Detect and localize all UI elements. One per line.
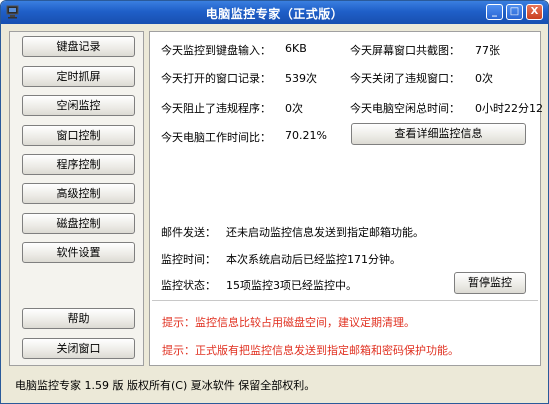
sidebar: 键盘记录 定时抓屏 空闲监控 窗口控制 程序控制 高级控制 磁盘控制 软件设置 … — [9, 31, 144, 366]
windows-opened-value: 539次 — [285, 72, 317, 85]
timed-screenshot-button[interactable]: 定时抓屏 — [22, 66, 135, 87]
close-window-sidebar-button[interactable]: 关闭窗口 — [22, 338, 135, 359]
idle-time-label: 今天电脑空闲总时间： — [350, 102, 460, 115]
main-panel: 今天监控到键盘输入： 6KB 今天屏幕窗口共截图： 77张 今天打开的窗口记录：… — [149, 31, 543, 366]
windows-opened-label: 今天打开的窗口记录： — [161, 72, 271, 85]
window-control-button[interactable]: 窗口控制 — [22, 125, 135, 146]
panel-divider — [152, 300, 538, 302]
work-ratio-label: 今天电脑工作时间比： — [161, 131, 271, 144]
status-bar: 电脑监控专家 1.59 版 版权所有(C) 夏冰软件 保留全部权利。 — [15, 379, 316, 392]
window-title: 电脑监控专家（正式版） — [205, 7, 344, 21]
work-ratio-value: 70.21% — [285, 129, 327, 142]
software-settings-button[interactable]: 软件设置 — [22, 242, 135, 263]
help-button[interactable]: 帮助 — [22, 308, 135, 329]
minimize-button[interactable]: _ — [486, 4, 503, 20]
idle-time-value: 0小时22分12 — [475, 102, 543, 115]
keyboard-input-label: 今天监控到键盘输入： — [161, 44, 271, 57]
screenshots-label: 今天屏幕窗口共截图： — [350, 44, 460, 57]
restore-button[interactable]: □ — [506, 4, 523, 20]
email-value: 还未启动监控信息发送到指定邮箱功能。 — [226, 226, 424, 239]
hint-pro-version: 提示：正式版有把监控信息发送到指定邮箱和密码保护功能。 — [162, 344, 459, 357]
program-control-button[interactable]: 程序控制 — [22, 154, 135, 175]
blocked-programs-value: 0次 — [285, 102, 303, 115]
pause-monitor-button[interactable]: 暂停监控 — [454, 272, 526, 294]
view-details-button[interactable]: 查看详细监控信息 — [351, 123, 526, 145]
violations-closed-label: 今天关闭了违规窗口： — [350, 72, 460, 85]
close-window-button[interactable]: X — [526, 4, 543, 20]
screenshots-value: 77张 — [475, 44, 500, 57]
keyboard-log-button[interactable]: 键盘记录 — [22, 36, 135, 57]
keyboard-input-value: 6KB — [285, 42, 307, 55]
main-window: 电脑监控专家（正式版） _ □ X 键盘记录 定时抓屏 空闲监控 窗口控制 程序… — [0, 0, 549, 404]
monitor-status-value: 15项监控3项已经监控中。 — [226, 279, 357, 292]
monitor-time-value: 本次系统启动后已经监控171分钟。 — [226, 253, 401, 266]
blocked-programs-label: 今天阻止了违规程序： — [161, 102, 271, 115]
violations-closed-value: 0次 — [475, 72, 493, 85]
idle-monitor-button[interactable]: 空闲监控 — [22, 95, 135, 116]
disk-control-button[interactable]: 磁盘控制 — [22, 213, 135, 234]
monitor-status-label: 监控状态： — [161, 279, 216, 292]
hint-disk-space: 提示：监控信息比较占用磁盘空间，建议定期清理。 — [162, 316, 415, 329]
email-label: 邮件发送： — [161, 226, 216, 239]
advanced-control-button[interactable]: 高级控制 — [22, 183, 135, 204]
title-bar[interactable]: 电脑监控专家（正式版） _ □ X — [1, 1, 548, 24]
monitor-time-label: 监控时间： — [161, 253, 216, 266]
